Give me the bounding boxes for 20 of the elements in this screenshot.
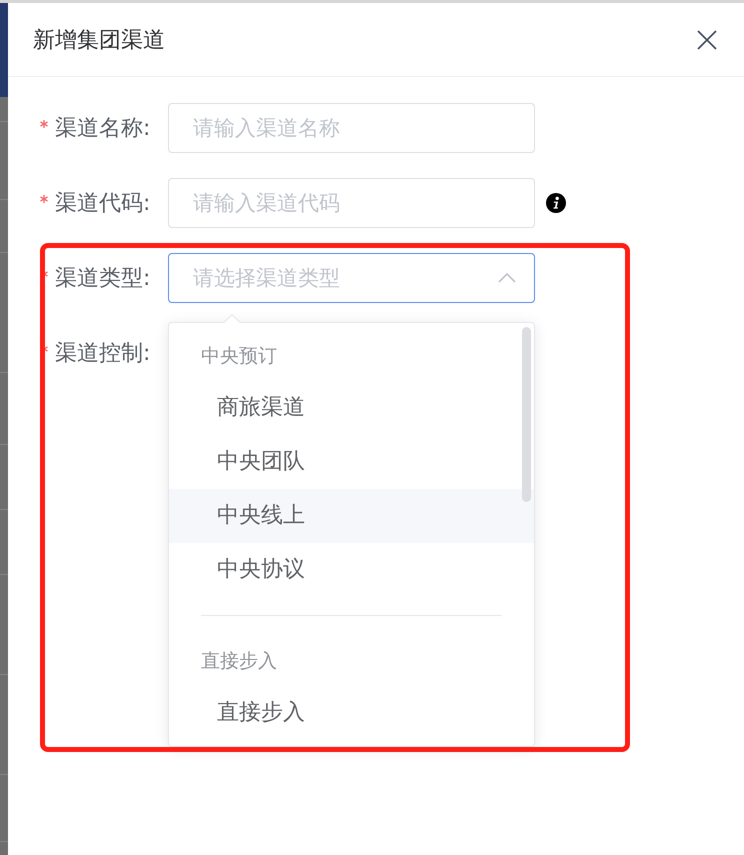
text-input[interactable]: 请输入渠道名称 [168,103,535,153]
dropdown-option[interactable]: 中央团队 [169,435,534,489]
dropdown-option[interactable]: 商旅渠道 [169,381,534,435]
close-icon [697,30,717,50]
text-input[interactable]: 请输入渠道代码 [168,178,535,228]
option-group-title: 直接步入 [200,649,278,674]
field-label: 渠道名称: [55,115,150,143]
dropdown-option[interactable]: 直接步入 [169,686,534,740]
scrollbar-thumb[interactable] [522,327,531,502]
dropdown-option[interactable]: 中央线上 [169,489,534,543]
dropdown-option[interactable]: 中央协议 [169,543,534,597]
option-group-title: 中央预订 [200,344,278,369]
info-icon[interactable] [546,193,566,213]
chevron-up-icon [498,273,516,283]
dialog-title: 新增集团渠道 [33,26,165,54]
select-field[interactable]: 请选择渠道类型 [168,253,535,303]
field-label: 渠道控制: [55,340,150,368]
close-button[interactable] [697,30,717,50]
field-label: 渠道类型: [55,265,150,293]
field-label: 渠道代码: [55,190,150,218]
